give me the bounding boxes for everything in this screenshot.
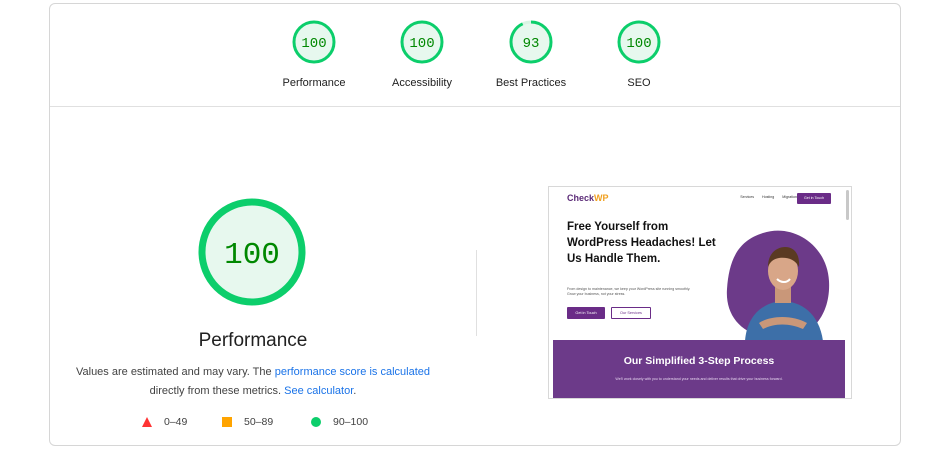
gauge-seo[interactable]: 100 SEO (589, 19, 689, 99)
preview-scrollbar (846, 190, 849, 220)
circle-icon (311, 417, 321, 427)
legend-fail: 0–49 (142, 416, 187, 428)
score-legend: 0–49 50–89 90–100 (138, 416, 388, 432)
preview-cta-button: Get in Touch (797, 193, 831, 204)
performance-gauge-ring: 100 (198, 198, 306, 306)
hero-person-image (726, 230, 830, 341)
preview-menu-item: Hosting (762, 195, 775, 199)
gauge-accessibility-value: 100 (409, 36, 434, 52)
preview-secondary-button: Our Services (611, 307, 651, 319)
see-calculator-link[interactable]: See calculator (284, 385, 353, 397)
triangle-icon (142, 417, 152, 427)
gauge-accessibility[interactable]: 100 Accessibility (372, 19, 472, 99)
gauge-performance-value: 100 (301, 36, 326, 52)
gauge-best-practices[interactable]: 93 Best Practices (481, 19, 581, 99)
performance-score-large: 100 (224, 238, 280, 273)
preview-headline: Free Yourself from WordPress Headaches! … (567, 221, 716, 265)
report-card: 100 Performance 100 Accessibility 93 Bes… (49, 3, 901, 446)
performance-description: Values are estimated and may vary. The p… (70, 363, 436, 401)
desc-text-3: . (353, 385, 357, 397)
page-screenshot-preview[interactable]: CheckWP Services Hosting Migrations ▾ Ab… (548, 186, 852, 399)
gauge-accessibility-label: Accessibility (392, 77, 452, 89)
legend-average-range: 50–89 (244, 416, 274, 428)
gauge-best-practices-value: 93 (523, 36, 540, 52)
gauge-seo-value: 100 (626, 36, 651, 52)
gauge-performance[interactable]: 100 Performance (264, 19, 364, 99)
preview-nav: CheckWP Services Hosting Migrations ▾ Ab… (549, 187, 851, 220)
legend-fail-range: 0–49 (164, 416, 188, 428)
performance-gauge-large: 100 (196, 196, 308, 308)
gauge-performance-ring: 100 (292, 20, 336, 64)
legend-average: 50–89 (222, 416, 273, 428)
scores-summary: 100 Performance 100 Accessibility 93 Bes… (50, 4, 900, 107)
gauge-best-practices-ring: 93 (509, 20, 553, 64)
performance-title: Performance (198, 330, 308, 351)
desc-text-2: directly from these metrics. (149, 385, 285, 397)
section-divider (476, 250, 477, 336)
preview-subtext: From design to maintenance, we keep your… (567, 287, 691, 296)
desc-text-1: Values are estimated and may vary. The (75, 366, 275, 378)
preview-band-subtext: We'll work closely with you to understan… (615, 377, 783, 381)
gauge-performance-label: Performance (282, 77, 346, 89)
gauge-seo-label: SEO (627, 77, 651, 89)
gauge-seo-ring: 100 (617, 20, 661, 64)
gauge-accessibility-ring: 100 (400, 20, 444, 64)
preview-menu-item: Services (740, 195, 755, 199)
preview-process-band: Our Simplified 3-Step Process We'll work… (553, 340, 845, 398)
preview-primary-button: Get in Touch (567, 307, 605, 319)
legend-pass-range: 90–100 (333, 416, 369, 428)
preview-band-title: Our Simplified 3-Step Process (623, 355, 775, 367)
preview-logo: CheckWP (567, 193, 609, 203)
gauge-best-practices-label: Best Practices (495, 77, 567, 89)
square-icon (222, 417, 232, 427)
performance-score-link[interactable]: performance score is calculated (275, 366, 430, 378)
legend-pass: 90–100 (311, 416, 368, 428)
